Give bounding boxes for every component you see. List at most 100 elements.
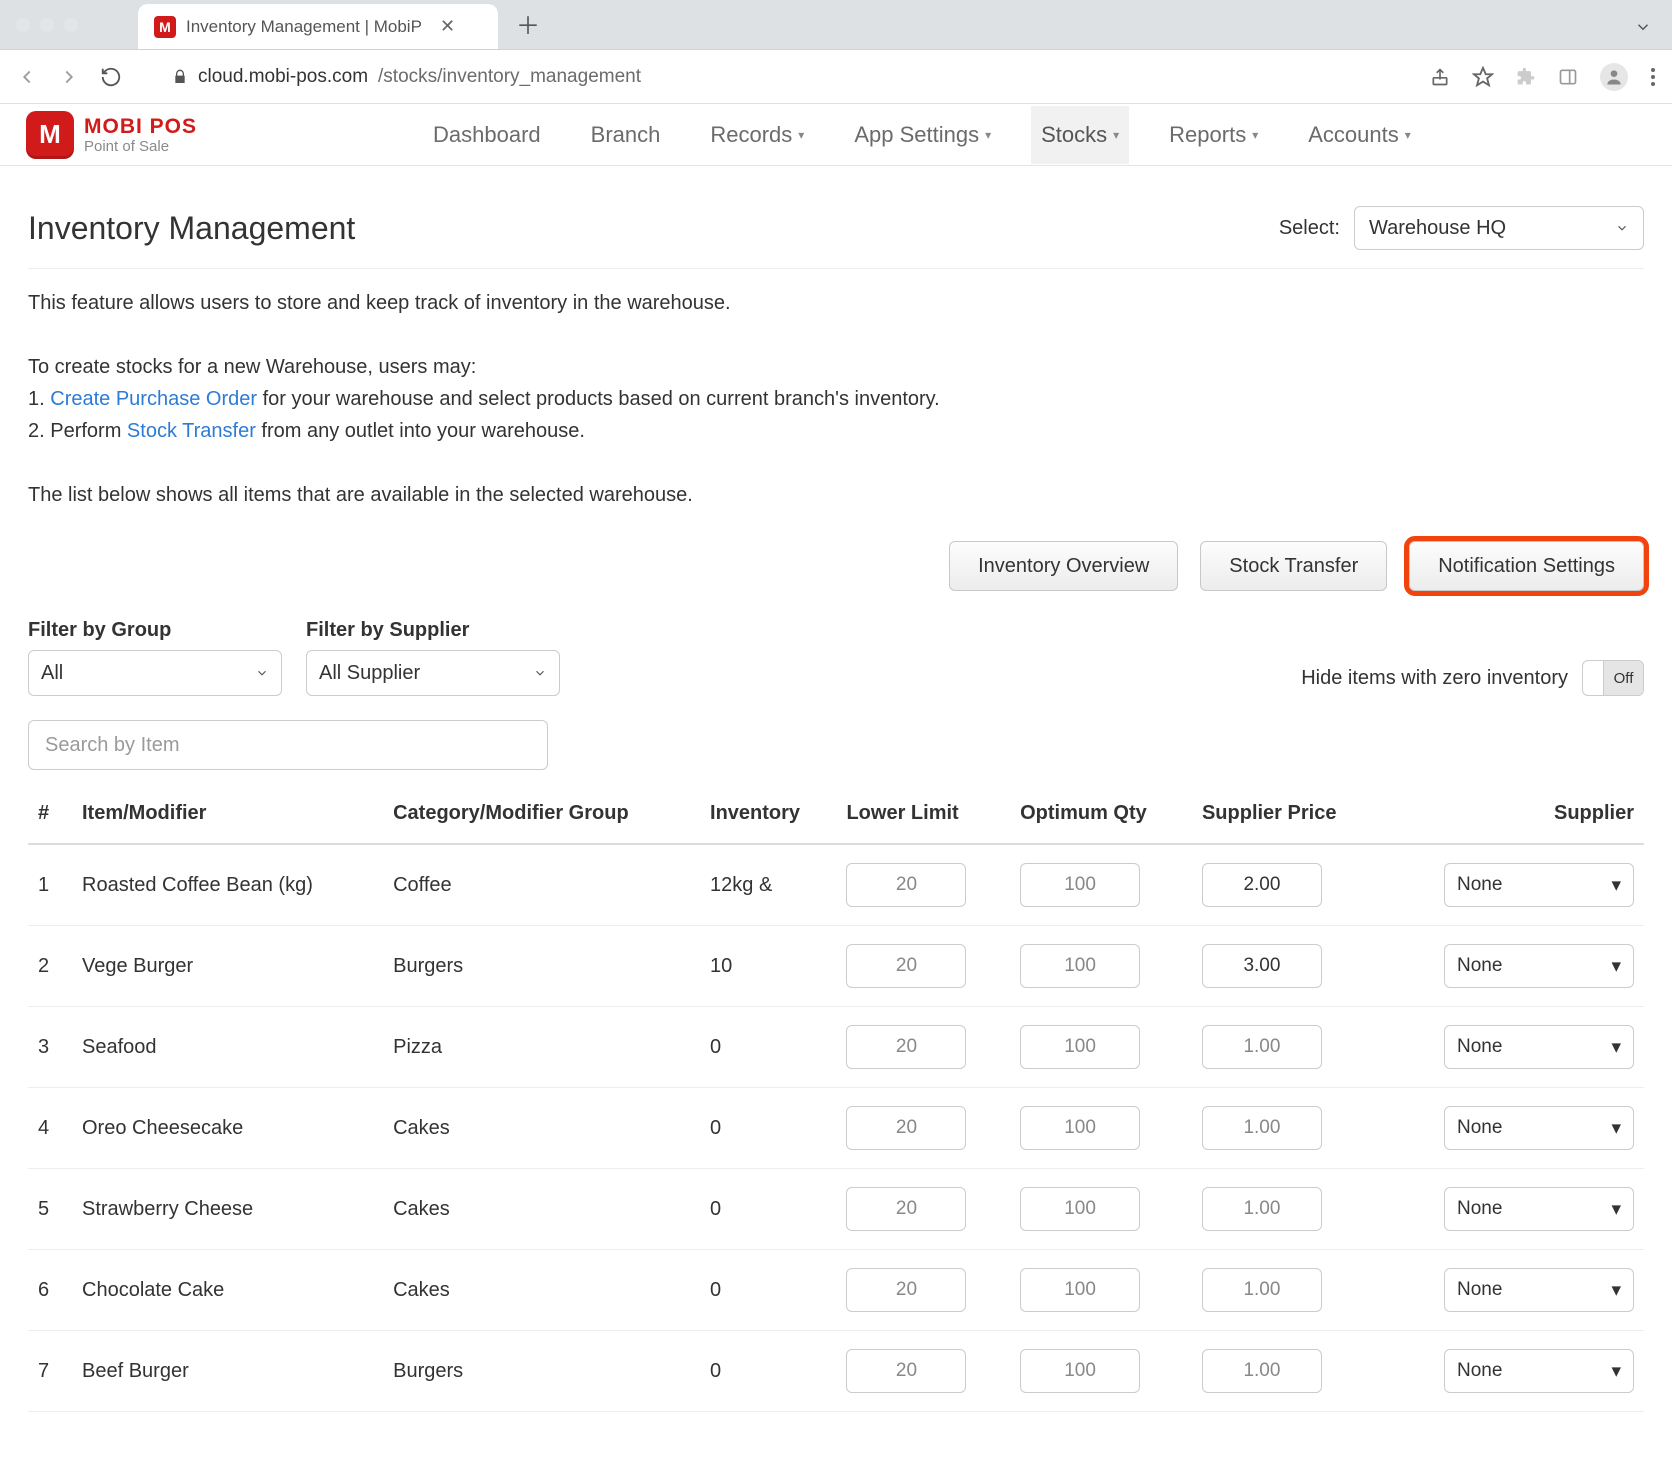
optimum-qty-input[interactable]: [1020, 1187, 1140, 1231]
nav-stocks[interactable]: Stocks▾: [1031, 106, 1129, 164]
optimum-qty-input[interactable]: [1020, 1268, 1140, 1312]
new-tab-button[interactable]: ＋: [516, 6, 540, 49]
intro-line2: To create stocks for a new Warehouse, us…: [28, 351, 1644, 383]
cell-item: Roasted Coffee Bean (kg): [72, 844, 383, 926]
create-purchase-order-link[interactable]: Create Purchase Order: [50, 388, 257, 410]
supplier-select[interactable]: None▾: [1444, 1268, 1634, 1312]
table-row: 3SeafoodPizza0None▾: [28, 1007, 1644, 1088]
bookmark-star-icon[interactable]: [1472, 66, 1494, 88]
supplier-price-input[interactable]: [1202, 1187, 1322, 1231]
supplier-select[interactable]: None▾: [1444, 1187, 1634, 1231]
cell-category: Cakes: [383, 1250, 700, 1331]
share-icon[interactable]: [1430, 67, 1450, 87]
supplier-value: None: [1457, 1198, 1502, 1220]
optimum-qty-input[interactable]: [1020, 1025, 1140, 1069]
back-button[interactable]: [16, 66, 44, 88]
cell-category: Pizza: [383, 1007, 700, 1088]
cell-inventory: 10: [700, 926, 836, 1007]
supplier-price-input[interactable]: [1202, 1349, 1322, 1393]
optimum-qty-input[interactable]: [1020, 1106, 1140, 1150]
supplier-select[interactable]: None▾: [1444, 944, 1634, 988]
optimum-qty-input[interactable]: [1020, 1349, 1140, 1393]
col-inventory: Inventory: [700, 784, 836, 844]
chevron-down-icon: [255, 666, 269, 680]
nav-accounts[interactable]: Accounts▾: [1298, 106, 1421, 164]
lower-limit-input[interactable]: [846, 1349, 966, 1393]
lower-limit-input[interactable]: [846, 863, 966, 907]
window-controls: [16, 18, 78, 32]
supplier-price-input[interactable]: [1202, 863, 1322, 907]
profile-avatar[interactable]: [1600, 63, 1628, 91]
supplier-select[interactable]: None▾: [1444, 1025, 1634, 1069]
logo-mark: M: [26, 111, 74, 159]
chevron-down-icon: ▾: [1611, 1117, 1621, 1140]
main-nav: Dashboard Branch Records▾ App Settings▾ Stoc…: [423, 106, 1421, 164]
address-bar[interactable]: cloud.mobi-pos.com/stocks/inventory_mana…: [142, 66, 1416, 88]
traffic-light-max[interactable]: [64, 18, 78, 32]
warehouse-select-value: Warehouse HQ: [1369, 217, 1506, 240]
inventory-table: # Item/Modifier Category/Modifier Group …: [28, 784, 1644, 1412]
nav-branch[interactable]: Branch: [581, 106, 671, 164]
panel-icon[interactable]: [1558, 67, 1578, 87]
lower-limit-input[interactable]: [846, 1106, 966, 1150]
lower-limit-input[interactable]: [846, 1025, 966, 1069]
tabs-overflow-icon[interactable]: [1634, 18, 1652, 36]
optimum-qty-input[interactable]: [1020, 863, 1140, 907]
stock-transfer-button[interactable]: Stock Transfer: [1200, 541, 1387, 591]
traffic-light-min[interactable]: [40, 18, 54, 32]
cell-num: 4: [28, 1088, 72, 1169]
cell-item: Beef Burger: [72, 1331, 383, 1412]
chevron-down-icon: ▾: [1611, 1360, 1621, 1383]
filter-group-select[interactable]: All: [28, 650, 282, 696]
supplier-price-input[interactable]: [1202, 944, 1322, 988]
menu-kebab-icon[interactable]: [1650, 67, 1656, 87]
tab-close-icon[interactable]: ✕: [440, 16, 455, 37]
supplier-price-input[interactable]: [1202, 1268, 1322, 1312]
optimum-qty-input[interactable]: [1020, 944, 1140, 988]
supplier-select[interactable]: None▾: [1444, 863, 1634, 907]
lower-limit-input[interactable]: [846, 944, 966, 988]
nav-app-settings[interactable]: App Settings▾: [844, 106, 1001, 164]
logo-text: MOBI POS: [84, 116, 197, 137]
supplier-select[interactable]: None ▾: [1444, 1349, 1634, 1393]
filter-supplier-select[interactable]: All Supplier: [306, 650, 560, 696]
reload-button[interactable]: [100, 66, 128, 88]
app-logo[interactable]: M MOBI POS Point of Sale: [26, 111, 197, 159]
extensions-icon[interactable]: [1516, 67, 1536, 87]
nav-dashboard[interactable]: Dashboard: [423, 106, 551, 164]
cell-category: Cakes: [383, 1169, 700, 1250]
table-row: 4Oreo CheesecakeCakes0None▾: [28, 1088, 1644, 1169]
lower-limit-input[interactable]: [846, 1187, 966, 1231]
hide-zero-label: Hide items with zero inventory: [1301, 667, 1568, 690]
warehouse-select-label: Select:: [1279, 217, 1340, 240]
supplier-select[interactable]: None▾: [1444, 1106, 1634, 1150]
supplier-price-input[interactable]: [1202, 1106, 1322, 1150]
traffic-light-close[interactable]: [16, 18, 30, 32]
cell-num: 1: [28, 844, 72, 926]
lower-limit-input[interactable]: [846, 1268, 966, 1312]
browser-tab[interactable]: M Inventory Management | MobiP ✕: [138, 4, 498, 49]
caret-down-icon: ▾: [1252, 128, 1258, 142]
supplier-value: None: [1457, 1360, 1502, 1382]
search-input[interactable]: [28, 720, 548, 770]
cell-inventory: 0: [700, 1007, 836, 1088]
col-lower-limit: Lower Limit: [836, 784, 1010, 844]
inventory-overview-button[interactable]: Inventory Overview: [949, 541, 1178, 591]
supplier-price-input[interactable]: [1202, 1025, 1322, 1069]
hide-zero-toggle[interactable]: Off: [1582, 660, 1644, 696]
col-supplier: Supplier: [1384, 784, 1644, 844]
cell-inventory: 0: [700, 1331, 836, 1412]
notification-settings-button[interactable]: Notification Settings: [1409, 541, 1644, 591]
table-row: 2Vege BurgerBurgers10None▾: [28, 926, 1644, 1007]
page-title: Inventory Management: [28, 210, 355, 247]
warehouse-select[interactable]: Warehouse HQ: [1354, 206, 1644, 250]
cell-num: 6: [28, 1250, 72, 1331]
app-header: M MOBI POS Point of Sale Dashboard Branch…: [0, 104, 1672, 166]
nav-reports[interactable]: Reports▾: [1159, 106, 1268, 164]
stock-transfer-link[interactable]: Stock Transfer: [127, 420, 256, 442]
nav-records[interactable]: Records▾: [700, 106, 814, 164]
chevron-down-icon: ▾: [1611, 955, 1621, 978]
supplier-value: None: [1457, 874, 1502, 896]
forward-button[interactable]: [58, 66, 86, 88]
table-row: 6Chocolate CakeCakes0None▾: [28, 1250, 1644, 1331]
